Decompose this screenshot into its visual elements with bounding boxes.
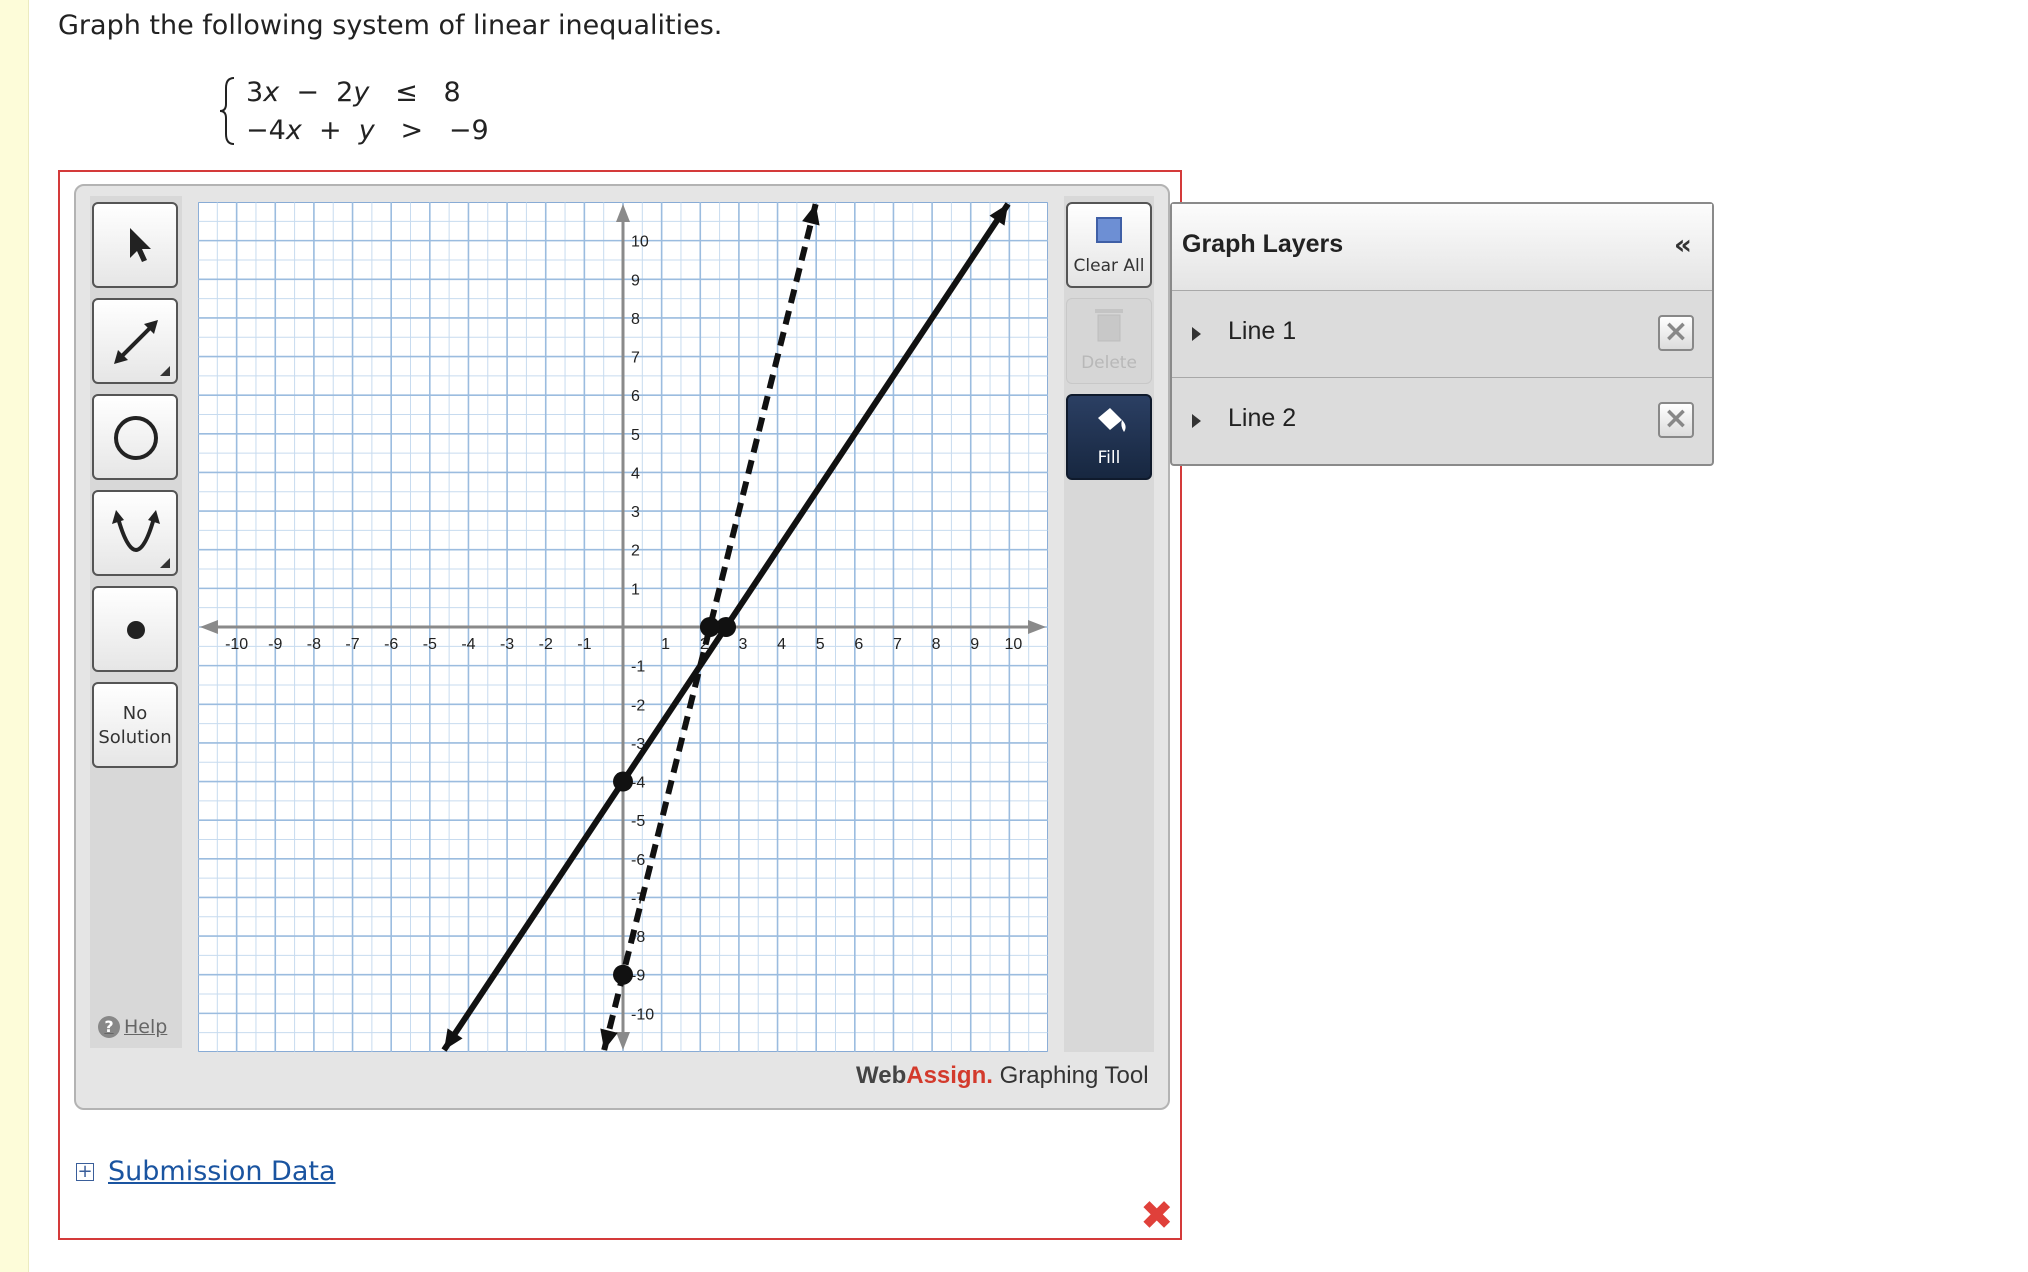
trash-icon	[1095, 309, 1123, 342]
incorrect-x-icon: ✖	[1140, 1193, 1174, 1239]
y-tick-label: 10	[631, 234, 649, 251]
paint-bucket-icon	[1098, 408, 1126, 432]
point-tool-icon	[127, 621, 145, 639]
line-control-point	[613, 964, 633, 985]
x-tick-label: 3	[738, 636, 747, 653]
submenu-indicator-icon	[160, 366, 170, 376]
x-tick-label: -5	[423, 636, 437, 653]
parabola-tool-button[interactable]	[92, 490, 178, 576]
collapse-panel-icon[interactable]: «	[1674, 228, 1692, 261]
x-tick-label: -2	[539, 636, 553, 653]
layer-row-line-1[interactable]: Line 1 ×	[1172, 291, 1712, 378]
line-control-point	[699, 617, 720, 637]
submenu-indicator-icon	[160, 558, 170, 568]
y-tick-label: 7	[631, 350, 640, 367]
expand-triangle-icon[interactable]	[1192, 414, 1201, 428]
point-tool-button[interactable]	[92, 586, 178, 672]
layer-name: Line 2	[1228, 404, 1297, 432]
x-tick-label: 5	[816, 636, 825, 653]
pointer-icon	[130, 228, 151, 262]
x-tick-label: -7	[345, 636, 359, 653]
graph-layers-panel: Graph Layers « Line 1 × Line 2 ×	[1170, 202, 1714, 466]
system-brace	[219, 77, 235, 145]
expand-plus-icon[interactable]: +	[76, 1162, 94, 1181]
circle-tool-icon	[114, 416, 158, 460]
x-tick-label: -6	[384, 636, 398, 653]
fill-button[interactable]: Fill	[1066, 394, 1152, 480]
x-tick-label: 4	[777, 636, 786, 653]
circle-tool-button[interactable]	[92, 394, 178, 480]
submission-data-link[interactable]: Submission Data	[108, 1156, 336, 1187]
inequality-system: 3x − 2y ≤ 8 −4x + y > −9	[219, 74, 489, 150]
y-tick-label: -6	[631, 852, 645, 869]
y-tick-label: -1	[631, 659, 645, 676]
no-solution-label: No Solution	[98, 703, 172, 748]
y-tick-label: 3	[631, 504, 640, 521]
x-tick-label: -3	[500, 636, 514, 653]
clear-all-button[interactable]: Clear All	[1066, 202, 1152, 288]
submission-data-toggle[interactable]: + Submission Data	[76, 1156, 336, 1187]
x-tick-label: 9	[970, 636, 979, 653]
y-tick-label: 6	[631, 388, 640, 405]
layer-row-line-2[interactable]: Line 2 ×	[1172, 378, 1712, 464]
y-tick-label: -5	[631, 813, 645, 830]
y-tick-label: 5	[631, 427, 640, 444]
expand-triangle-icon[interactable]	[1192, 327, 1201, 341]
help-link[interactable]: ? Help	[98, 1016, 167, 1038]
x-tick-label: -9	[268, 636, 282, 653]
x-tick-label: -10	[225, 636, 248, 653]
x-tick-label: 1	[661, 636, 670, 653]
x-tick-label: -8	[307, 636, 321, 653]
no-solution-button[interactable]: No Solution	[92, 682, 178, 768]
x-tick-label: 6	[854, 636, 863, 653]
graph-layers-title: Graph Layers	[1182, 230, 1344, 258]
remove-layer-icon[interactable]: ×	[1658, 315, 1694, 351]
y-tick-label: -9	[631, 968, 645, 985]
delete-button[interactable]: Delete	[1066, 298, 1152, 384]
y-tick-label: -10	[631, 1006, 654, 1023]
x-tick-label: 8	[932, 636, 941, 653]
graph-layers-header: Graph Layers «	[1172, 204, 1712, 291]
pointer-tool-button[interactable]	[92, 202, 178, 288]
inequality-2: −4x + y > −9	[246, 115, 489, 146]
y-tick-label: -2	[631, 697, 645, 714]
help-icon: ?	[98, 1016, 120, 1038]
x-tick-label: -4	[461, 636, 475, 653]
y-tick-label: 2	[631, 543, 640, 560]
webassign-brand: WebAssign. Graphing Tool	[856, 1062, 1149, 1089]
x-tick-label: -1	[577, 636, 591, 653]
y-tick-label: 1	[631, 581, 640, 598]
x-tick-label: 10	[1004, 636, 1022, 653]
y-tick-label: 9	[631, 272, 640, 289]
question-prompt: Graph the following system of linear ine…	[58, 10, 723, 41]
line-control-point	[613, 771, 633, 792]
page-margin-stripe	[0, 0, 29, 1272]
graph-canvas[interactable]: -10 -9 -8 -7 -6 -5 -4 -3 -2 -1 1 2 3 4 5 6 7 8 9 10 10 9 8 7 6 5 4…	[198, 202, 1048, 1052]
x-tick-label: 7	[893, 636, 902, 653]
layer-name: Line 1	[1228, 317, 1297, 345]
clear-all-icon	[1096, 217, 1122, 243]
inequality-1: 3x − 2y ≤ 8	[246, 77, 461, 108]
y-tick-label: 4	[631, 465, 640, 482]
y-tick-label: -4	[631, 775, 645, 792]
line-tool-button[interactable]	[92, 298, 178, 384]
y-tick-label: 8	[631, 311, 640, 328]
remove-layer-icon[interactable]: ×	[1658, 402, 1694, 438]
